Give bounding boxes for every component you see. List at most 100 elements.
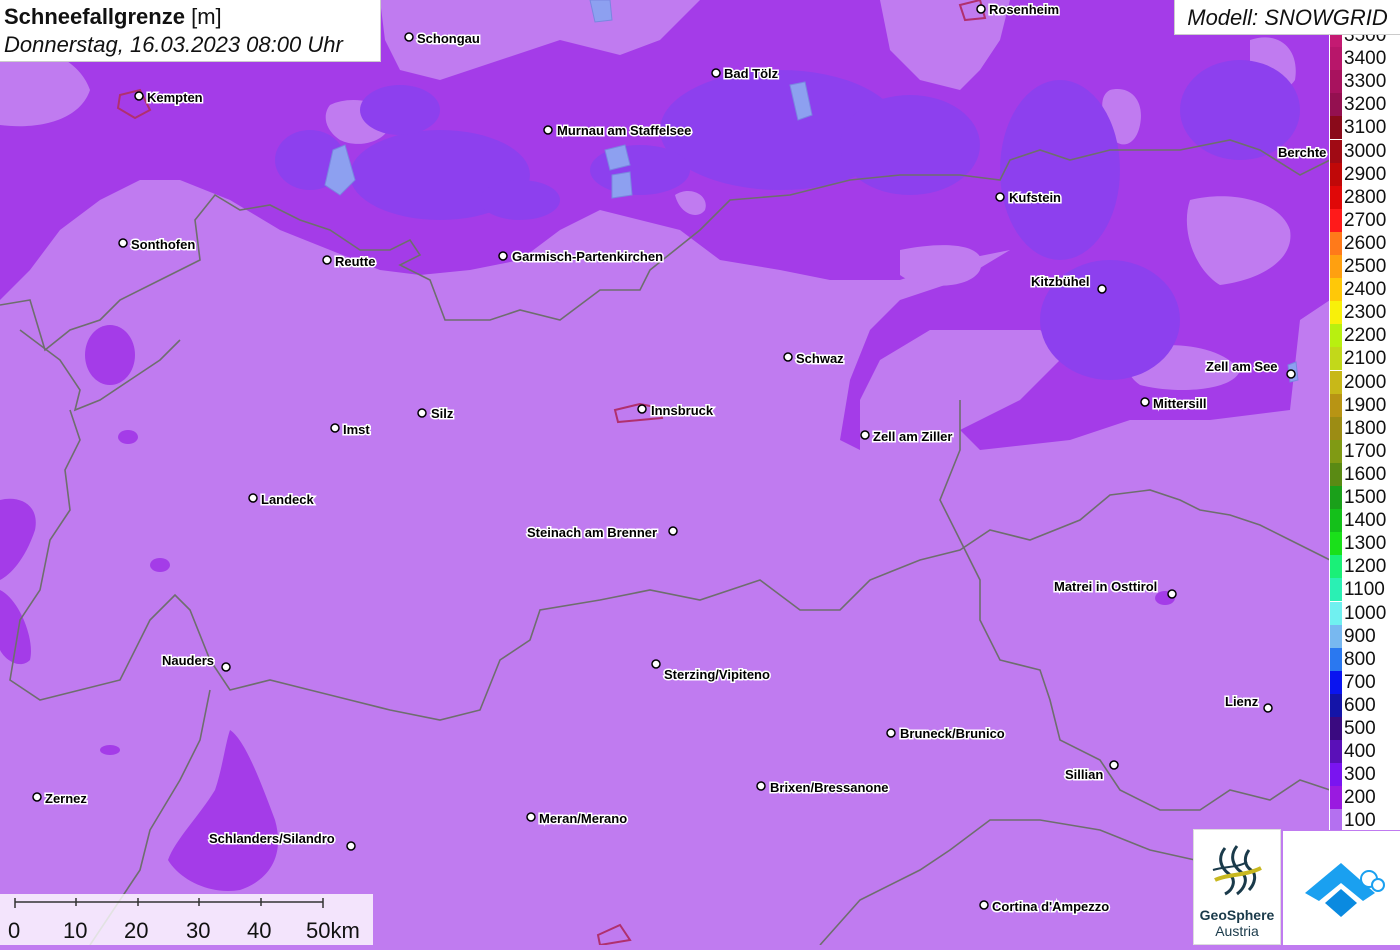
city-brixen[interactable]: Brixen/Bressanone <box>756 779 890 797</box>
legend-item: 2600 <box>1329 231 1400 255</box>
city-rosenheim[interactable]: Rosenheim <box>976 1 1061 19</box>
svg-text:Innsbruck: Innsbruck <box>651 403 714 418</box>
legend-label: 900 <box>1344 625 1376 647</box>
legend-swatch <box>1330 763 1342 787</box>
legend-item: 2000 <box>1329 370 1400 394</box>
scale-label: 10 <box>63 918 88 943</box>
scale-label: 50km <box>306 918 360 943</box>
legend-label: 200 <box>1344 787 1376 809</box>
legend-item: 300 <box>1329 763 1400 787</box>
geosphere-name: GeoSphere <box>1199 907 1275 923</box>
legend-swatch <box>1330 624 1342 648</box>
svg-text:Kitzbühel: Kitzbühel <box>1031 274 1090 289</box>
city-meran[interactable]: Meran/Merano <box>526 810 629 828</box>
svg-text:Landeck: Landeck <box>261 492 315 507</box>
legend-swatch <box>1330 647 1342 671</box>
legend-item: 1500 <box>1329 486 1400 509</box>
legend-item: 1000 <box>1329 601 1400 625</box>
legend-label: 3400 <box>1344 48 1387 70</box>
zone-200-patch <box>85 325 135 385</box>
legend-item: 3200 <box>1329 93 1400 117</box>
legend-item: 3000 <box>1329 139 1400 163</box>
legend-label: 500 <box>1344 718 1376 739</box>
scale-bar: 0 10 20 30 40 50km <box>0 894 373 945</box>
legend-item: 3300 <box>1329 70 1400 94</box>
svg-text:Brixen/Bressanone: Brixen/Bressanone <box>770 780 889 795</box>
legend-label: 1200 <box>1344 556 1387 578</box>
legend-label: 2300 <box>1344 302 1387 324</box>
legend-item: 2700 <box>1329 208 1400 232</box>
svg-text:Sonthofen: Sonthofen <box>131 237 195 252</box>
svg-text:Bruneck/Brunico: Bruneck/Brunico <box>900 726 1005 741</box>
model-label: Modell: SNOWGRID <box>1174 0 1400 35</box>
zone-200-patch <box>118 430 138 444</box>
legend-item: 600 <box>1329 693 1400 717</box>
scale-label: 40 <box>247 918 272 943</box>
scale-label: 0 <box>8 918 21 943</box>
zone-200-patch <box>150 558 170 572</box>
legend-swatch <box>1330 231 1342 255</box>
legend-swatch <box>1330 601 1342 625</box>
legend-swatch <box>1330 162 1342 186</box>
legend-swatch <box>1330 93 1342 117</box>
legend-label: 3300 <box>1344 71 1387 93</box>
svg-text:Garmisch-Partenkirchen: Garmisch-Partenkirchen <box>512 249 663 264</box>
legend-swatch <box>1330 185 1342 209</box>
snowfall-limit-map[interactable]: Schongau Rosenheim Bad Tölz Kempten Murn… <box>0 0 1400 945</box>
legend-item: 2900 <box>1329 162 1400 186</box>
legend-item: 1700 <box>1329 439 1400 463</box>
svg-text:Reutte: Reutte <box>335 254 375 269</box>
city-schongau[interactable]: Schongau <box>404 30 481 48</box>
svg-text:Zernez: Zernez <box>45 791 87 806</box>
city-bruneck[interactable]: Bruneck/Brunico <box>886 725 1006 743</box>
city-steinach[interactable]: Steinach am Brenner <box>526 524 678 542</box>
legend-label: 3000 <box>1344 140 1387 162</box>
legend-label: 1500 <box>1344 487 1387 508</box>
legend-label: 3100 <box>1344 117 1387 139</box>
legend-label: 700 <box>1344 671 1376 693</box>
legend-swatch <box>1330 139 1342 163</box>
legend-label: 2500 <box>1344 256 1387 277</box>
city-sonthofen[interactable]: Sonthofen <box>118 236 197 254</box>
legend-swatch <box>1330 370 1342 394</box>
legend-swatch <box>1330 532 1342 556</box>
legend-swatch <box>1330 509 1342 533</box>
legend-swatch <box>1330 278 1342 302</box>
svg-text:Schlanders/Silandro: Schlanders/Silandro <box>209 831 335 846</box>
map-datetime: Donnerstag, 16.03.2023 08:00 Uhr <box>4 32 343 57</box>
weather-app-logo[interactable] <box>1283 831 1400 945</box>
title-unit: [m] <box>191 4 222 29</box>
legend-swatch <box>1330 578 1342 602</box>
legend-swatch <box>1330 670 1342 694</box>
legend-item: 1100 <box>1329 578 1400 602</box>
legend-item: 2300 <box>1329 301 1400 325</box>
legend-swatch <box>1330 416 1342 440</box>
legend-swatch <box>1330 486 1342 509</box>
svg-text:Schongau: Schongau <box>417 31 480 46</box>
snow-cloud-icon <box>1305 863 1385 917</box>
svg-text:Steinach am Brenner: Steinach am Brenner <box>527 525 657 540</box>
geosphere-sub: Austria <box>1215 923 1259 939</box>
scale-label: 20 <box>124 918 149 943</box>
legend-label: 800 <box>1344 648 1376 670</box>
legend-label: 100 <box>1344 810 1376 830</box>
svg-text:Murnau am Staffelsee: Murnau am Staffelsee <box>557 123 691 138</box>
legend-label: 1700 <box>1344 440 1387 462</box>
legend-label: 1400 <box>1344 510 1387 532</box>
city-murnau[interactable]: Murnau am Staffelsee <box>543 122 693 140</box>
legend-item: 1300 <box>1329 532 1400 556</box>
legend-label: 2200 <box>1344 325 1387 347</box>
city-zell-am-ziller[interactable]: Zell am Ziller <box>860 428 954 446</box>
city-garmisch[interactable]: Garmisch-Partenkirchen <box>498 248 665 266</box>
city-cortina[interactable]: Cortina d'Ampezzo <box>979 898 1111 916</box>
legend-item: 400 <box>1329 740 1400 764</box>
svg-text:Cortina d'Ampezzo: Cortina d'Ampezzo <box>992 899 1109 914</box>
svg-text:Lienz: Lienz <box>1225 694 1259 709</box>
geosphere-logo[interactable]: GeoSphere Austria <box>1193 829 1281 945</box>
svg-text:Silz: Silz <box>431 406 454 421</box>
legend-label: 3200 <box>1344 94 1387 116</box>
svg-text:Rosenheim: Rosenheim <box>989 2 1059 17</box>
legend-label: 1800 <box>1344 417 1387 439</box>
legend-swatch <box>1330 462 1342 486</box>
legend-label: 1600 <box>1344 463 1387 485</box>
